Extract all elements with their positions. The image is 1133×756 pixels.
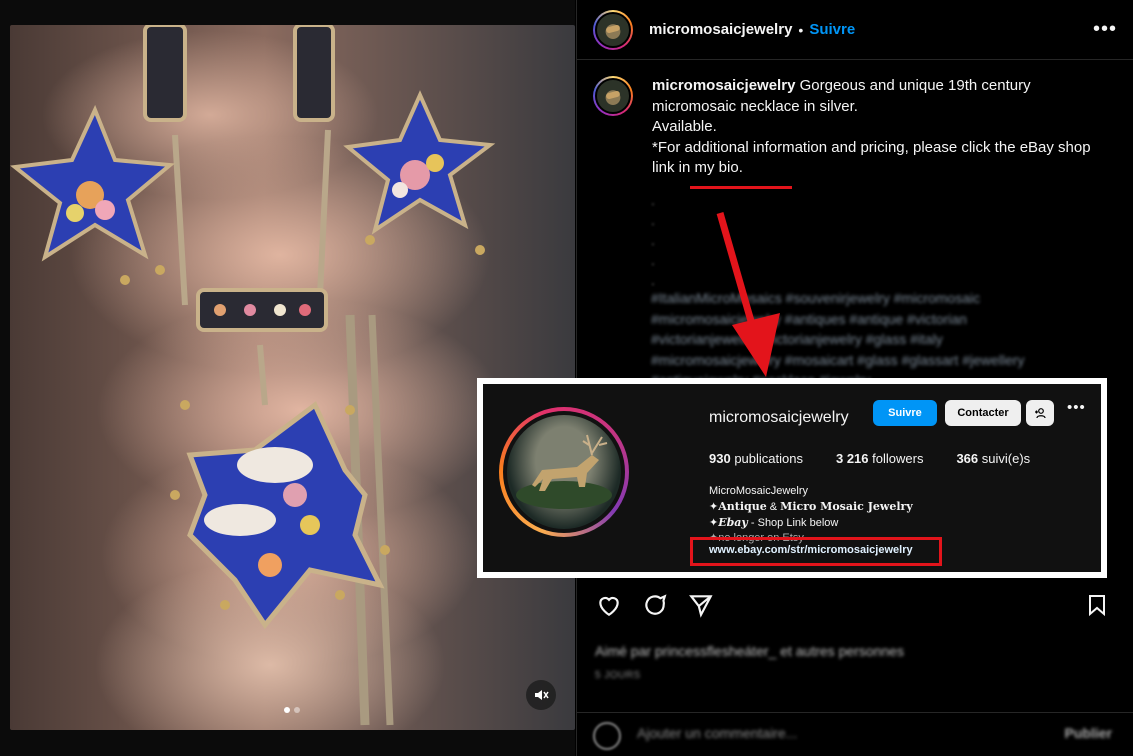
separator-dot: • bbox=[798, 21, 804, 38]
profile-username: micromosaicjewelry bbox=[709, 409, 849, 426]
more-horizontal-icon[interactable]: ••• bbox=[1093, 18, 1117, 41]
followers-count[interactable]: 3 216 followers bbox=[836, 451, 923, 466]
publications-count[interactable]: 930 publications bbox=[709, 451, 803, 466]
mute-icon[interactable] bbox=[526, 680, 556, 710]
carousel-dot-active[interactable] bbox=[284, 707, 290, 713]
comment-icon[interactable] bbox=[641, 592, 669, 620]
caption: micromosaicjewelry Gorgeous and unique 1… bbox=[593, 76, 1113, 179]
publish-button[interactable]: Publier bbox=[1065, 725, 1112, 741]
caption-text: micromosaicjewelry Gorgeous and unique 1… bbox=[652, 76, 1092, 179]
carousel-dots bbox=[284, 707, 300, 713]
post-actions bbox=[593, 592, 1113, 622]
caption-line2: Available. bbox=[652, 118, 717, 135]
profile-card-inset: micromosaicjewelry Suivre Contacter ••• … bbox=[477, 378, 1107, 578]
share-icon[interactable] bbox=[687, 592, 715, 620]
emoji-icon[interactable] bbox=[593, 722, 621, 750]
comment-input[interactable]: Ajouter un commentaire... bbox=[637, 725, 797, 741]
caption-username[interactable]: micromosaicjewelry bbox=[652, 77, 795, 94]
bio-name: MicroMosaicJewelry bbox=[709, 485, 809, 497]
post-header: micromosaicjewelry • Suivre ••• bbox=[577, 0, 1133, 60]
deer-icon bbox=[516, 434, 612, 509]
profile-follow-button[interactable]: Suivre bbox=[873, 400, 937, 426]
profile-more-icon[interactable]: ••• bbox=[1067, 399, 1086, 416]
avatar[interactable] bbox=[593, 9, 633, 50]
caption-bio-link-text: link in my bio. bbox=[652, 159, 743, 176]
comment-bar: Ajouter un commentaire... Publier bbox=[577, 712, 1133, 756]
caption-line3: *For additional information and pricing,… bbox=[652, 138, 1091, 156]
add-user-icon[interactable] bbox=[1026, 400, 1054, 426]
annotation-box bbox=[690, 537, 942, 566]
post-username[interactable]: micromosaicjewelry bbox=[649, 21, 792, 38]
likes-text[interactable]: Aimé par princessflesheáter_ et autres p… bbox=[595, 643, 904, 659]
caption-bullets: ..... bbox=[651, 192, 655, 288]
heart-icon[interactable] bbox=[595, 592, 623, 620]
profile-stats: 930 publications 3 216 followers 366 sui… bbox=[709, 451, 1063, 466]
follow-button[interactable]: Suivre bbox=[809, 21, 855, 38]
profile-contact-button[interactable]: Contacter bbox=[945, 400, 1021, 426]
bio-line-2: ✦Ebay - Shop Link below bbox=[709, 516, 839, 529]
annotation-arrow bbox=[716, 212, 780, 377]
bio-line-1: ✦Antique & Micro Mosaic Jewelry bbox=[709, 500, 913, 513]
annotation-underline bbox=[690, 186, 792, 189]
bookmark-icon[interactable] bbox=[1083, 592, 1111, 620]
post-date: 5 JOURS bbox=[595, 670, 641, 681]
profile-avatar[interactable] bbox=[499, 407, 629, 537]
carousel-dot[interactable] bbox=[294, 707, 300, 713]
caption-avatar[interactable] bbox=[593, 76, 633, 116]
following-count[interactable]: 366 suivi(e)s bbox=[956, 451, 1030, 466]
